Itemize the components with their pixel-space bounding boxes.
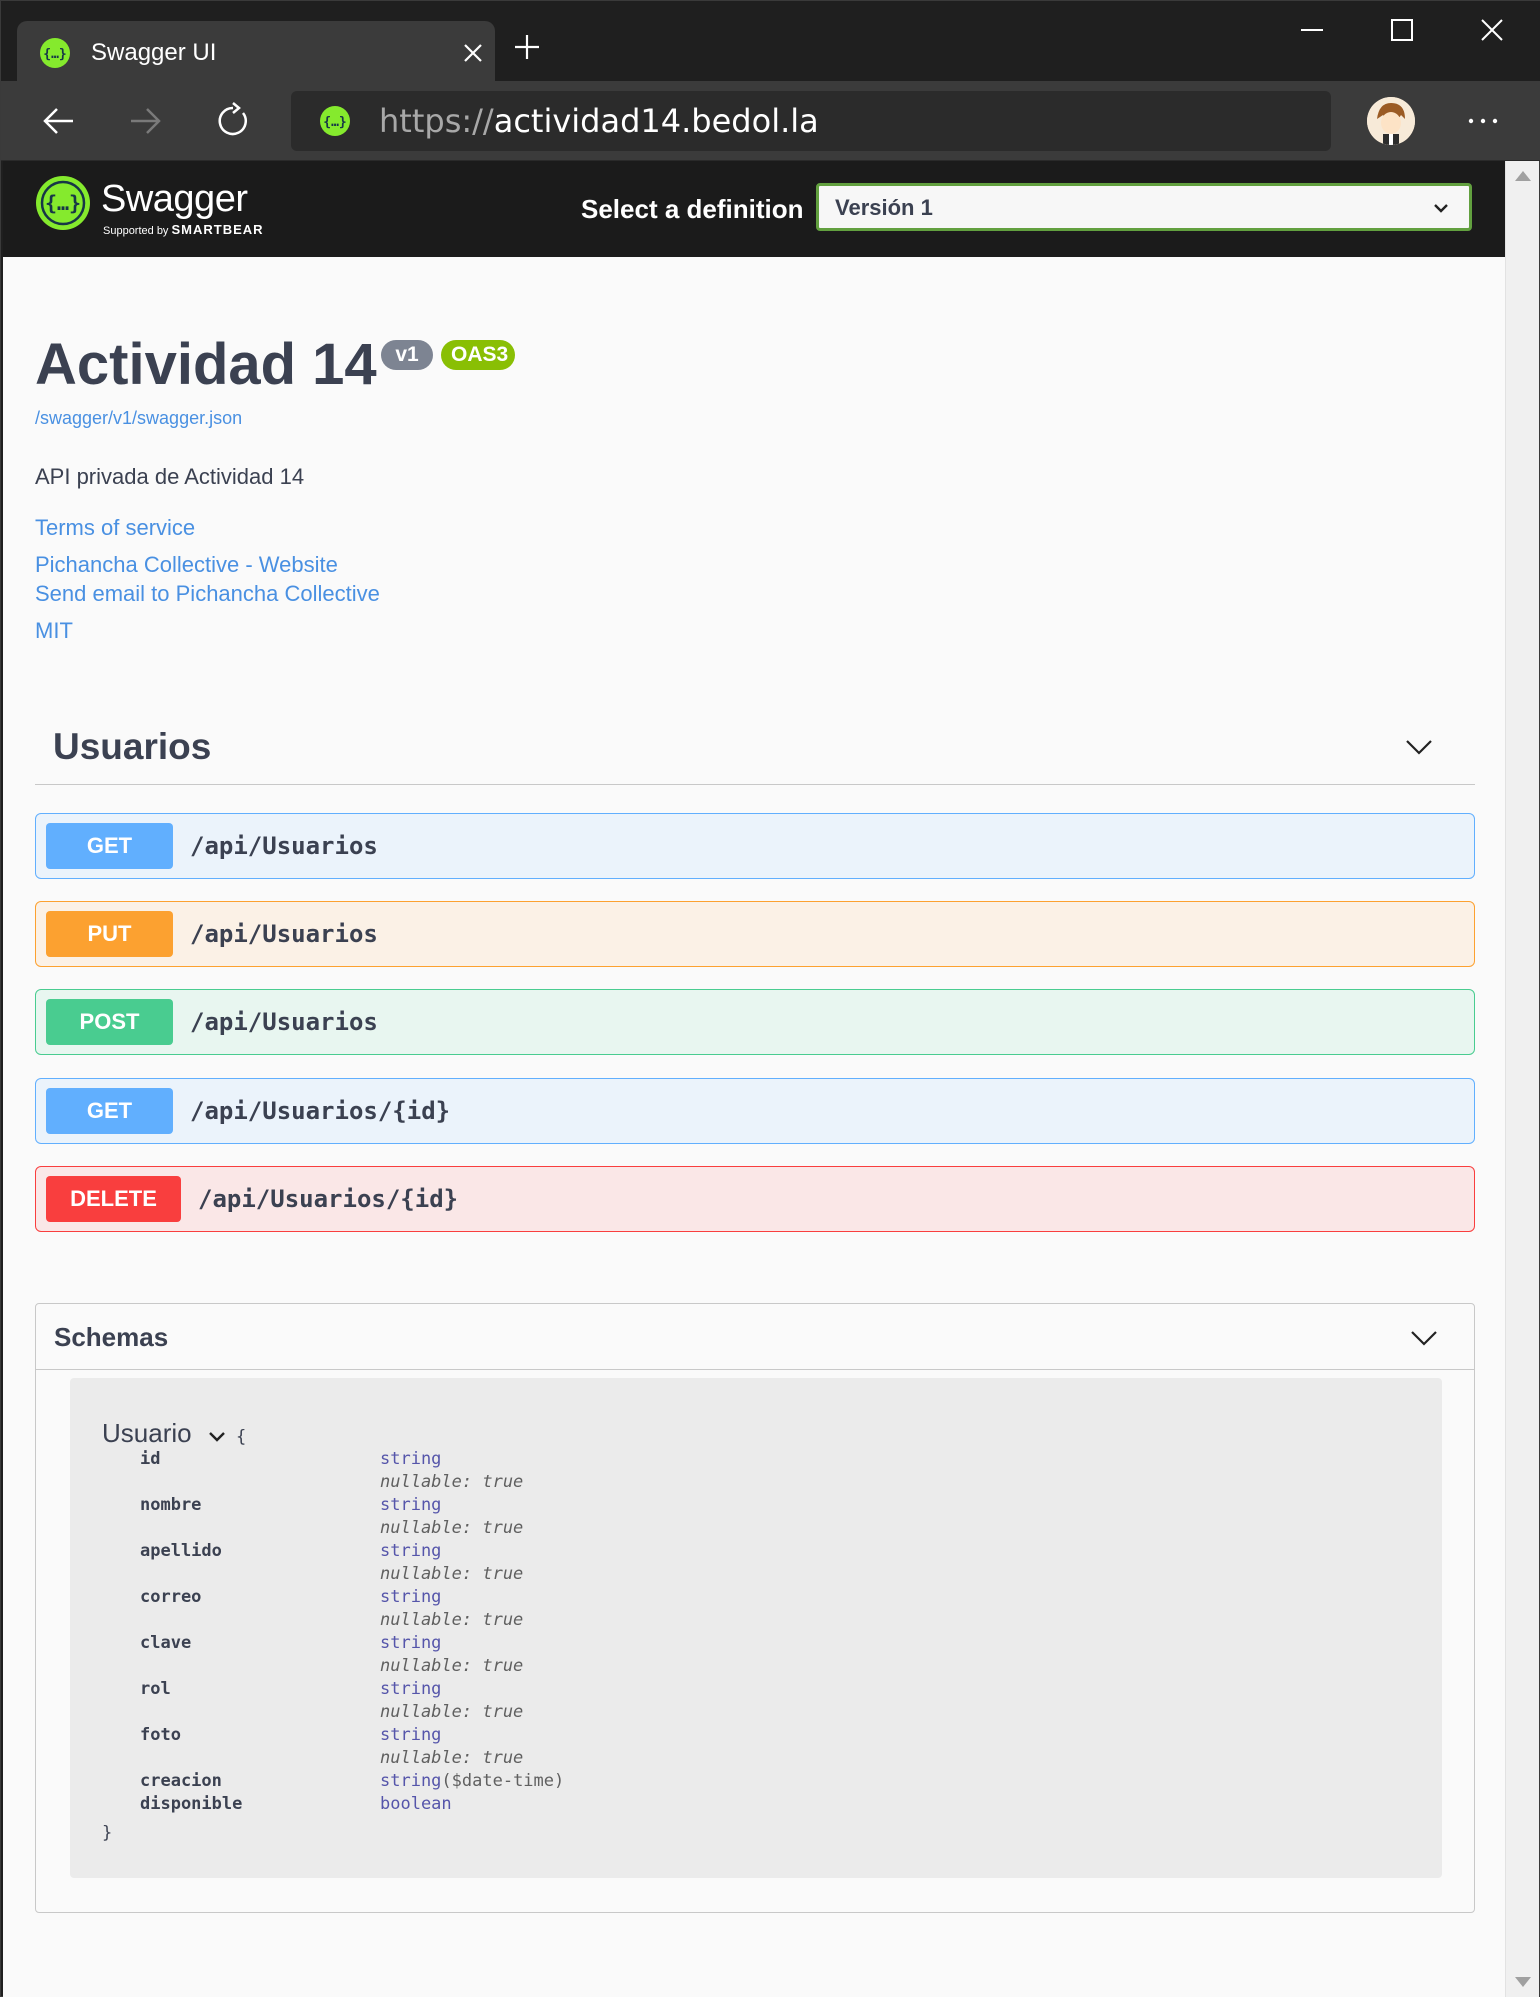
property-type: string [380,1587,442,1607]
browser-toolbar: {…} https://actividad14.bedol.la [1,81,1540,161]
tag-usuarios-header[interactable]: Usuarios [35,711,1475,785]
swagger-wordmark: Swagger [101,178,248,220]
operation-path: /api/Usuarios [190,1008,378,1036]
property-name: disponible [140,1794,243,1814]
schemas-section: Schemas Usuario { id string nullable: tr… [35,1303,1475,1913]
api-description: API privada de Actividad 14 [35,464,305,489]
swagger-topbar: {…} Swagger Supported by SMARTBEAR Selec… [3,161,1505,257]
maximize-icon[interactable] [1387,15,1417,45]
new-tab-icon[interactable] [513,33,541,61]
property-name: correo [140,1587,202,1607]
version-badge: v1 [381,340,433,370]
forward-arrow-icon[interactable] [125,101,165,141]
terms-of-service-link[interactable]: Terms of service [35,514,195,542]
operation-delete-usuario-by-id[interactable]: DELETE /api/Usuarios/{id} [35,1166,1475,1232]
select-definition-label: Select a definition [581,194,804,224]
svg-text:{…}: {…} [45,191,81,215]
open-brace: { [236,1427,247,1447]
vertical-scrollbar[interactable] [1505,161,1539,1997]
svg-text:{…}: {…} [323,115,346,130]
smartbear-tagline: Supported by SMARTBEAR [103,222,264,238]
spec-json-link[interactable]: /swagger/v1/swagger.json [35,407,242,429]
operation-path: /api/Usuarios [190,832,378,860]
property-nullable: nullable: true [380,1748,524,1768]
operation-path: /api/Usuarios/{id} [190,1097,451,1125]
more-menu-icon[interactable] [1463,101,1503,141]
swagger-logo-icon[interactable]: {…} [35,175,91,231]
property-name: apellido [140,1541,222,1561]
tag-name: Usuarios [53,726,212,767]
property-nullable: nullable: true [380,1472,524,1492]
profile-avatar[interactable] [1367,97,1415,145]
chevron-down-icon [1434,204,1448,213]
method-badge: GET [46,823,173,869]
license-link[interactable]: MIT [35,617,73,645]
property-type: string [380,1633,442,1653]
property-name: rol [140,1679,171,1699]
property-type: string [380,1449,442,1469]
method-badge: POST [46,999,173,1045]
api-title: Actividad 14 [35,332,377,397]
schemas-label: Schemas [54,1322,169,1352]
model-usuario: Usuario { id string nullable: true nombr… [70,1378,1442,1878]
contact-website-link[interactable]: Pichancha Collective - Website [35,551,338,579]
operation-post-usuarios[interactable]: POST /api/Usuarios [35,989,1475,1055]
tab-strip: {…} Swagger UI [1,1,1540,83]
browser-tab[interactable]: {…} Swagger UI [17,21,495,83]
close-brace: } [102,1823,113,1843]
operation-get-usuarios[interactable]: GET /api/Usuarios [35,813,1475,879]
property-name: foto [140,1725,181,1745]
model-toggle-chevron-icon[interactable] [208,1430,226,1444]
property-name: clave [140,1633,192,1653]
property-nullable: nullable: true [380,1564,524,1584]
selected-definition: Versión 1 [835,195,933,220]
refresh-icon[interactable] [213,101,253,141]
operation-get-usuario-by-id[interactable]: GET /api/Usuarios/{id} [35,1078,1475,1144]
url-text: https://actividad14.bedol.la [379,102,819,140]
chevron-down-icon [1411,1331,1437,1346]
property-name: nombre [140,1495,202,1515]
close-tab-icon[interactable] [463,43,483,63]
page-viewport: {…} Swagger Supported by SMARTBEAR Selec… [3,161,1505,1997]
chevron-down-icon [1406,740,1432,755]
property-nullable: nullable: true [380,1518,524,1538]
property-type: string($date-time) [380,1771,565,1791]
property-type: string [380,1725,442,1745]
svg-text:{…}: {…} [43,47,66,62]
property-nullable: nullable: true [380,1702,524,1722]
operation-path: /api/Usuarios [190,920,378,948]
property-nullable: nullable: true [380,1656,524,1676]
contact-email-link[interactable]: Send email to Pichancha Collective [35,580,380,608]
address-bar[interactable]: {…} https://actividad14.bedol.la [291,91,1331,151]
property-type: boolean [380,1794,452,1814]
minimize-icon[interactable] [1297,15,1327,45]
scroll-down-arrow-icon[interactable] [1515,1977,1531,1987]
model-name[interactable]: Usuario [102,1418,192,1448]
swagger-favicon-icon: {…} [40,38,70,68]
property-type: string [380,1679,442,1699]
property-nullable: nullable: true [380,1610,524,1630]
property-type: string [380,1495,442,1515]
method-badge: GET [46,1088,173,1134]
browser-window: {…} Swagger UI {…} https://actividad14.b… [0,0,1540,1997]
tab-title: Swagger UI [91,39,217,66]
back-arrow-icon[interactable] [39,101,79,141]
site-favicon-icon: {…} [320,106,350,136]
definition-select[interactable]: Versión 1 [816,183,1472,231]
schemas-header[interactable]: Schemas [36,1304,1474,1370]
operation-path: /api/Usuarios/{id} [198,1185,459,1213]
property-name: id [140,1449,161,1469]
method-badge: DELETE [46,1176,181,1222]
operation-put-usuarios[interactable]: PUT /api/Usuarios [35,901,1475,967]
scroll-up-arrow-icon[interactable] [1515,171,1531,181]
close-window-icon[interactable] [1477,15,1507,45]
property-type: string [380,1541,442,1561]
avatar-icon [1367,97,1415,145]
oas-badge: OAS3 [441,340,515,370]
method-badge: PUT [46,911,173,957]
property-name: creacion [140,1771,222,1791]
